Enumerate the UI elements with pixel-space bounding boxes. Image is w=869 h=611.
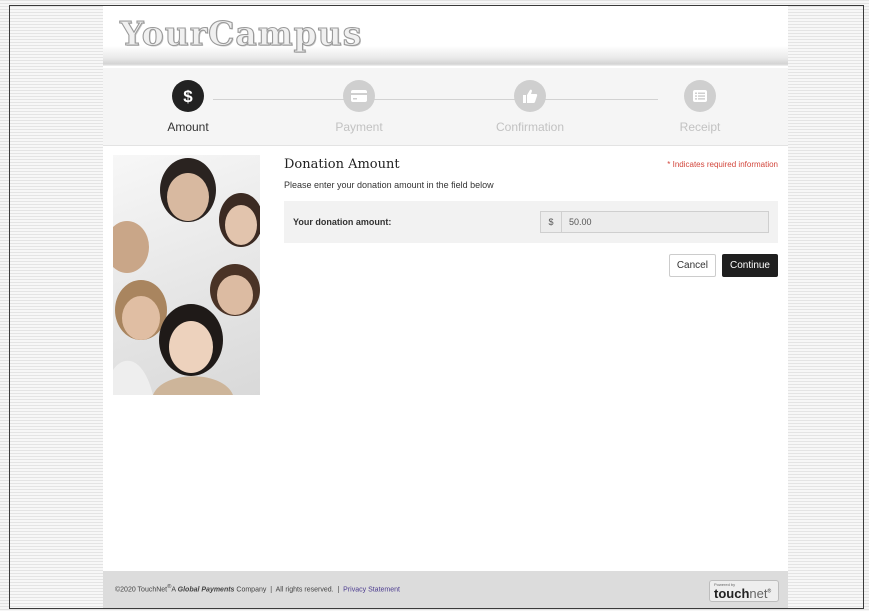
cancel-button[interactable]: Cancel bbox=[668, 254, 716, 277]
continue-button[interactable]: Continue bbox=[721, 254, 778, 277]
touchnet-bold: touch bbox=[714, 586, 750, 601]
step-amount: $ Amount bbox=[133, 80, 243, 134]
browser-frame: YourCampus $ Amount Payment Confirmation… bbox=[9, 5, 864, 609]
dollar-icon: $ bbox=[172, 80, 204, 112]
company-suffix: Company bbox=[234, 586, 267, 594]
privacy-statement-link[interactable]: Privacy Statement bbox=[343, 586, 400, 593]
copyright-text: ©2020 TouchNet bbox=[115, 586, 168, 594]
touchnet-logo: Powered by touchnet® bbox=[709, 580, 779, 602]
amount-panel: Your donation amount: $ bbox=[284, 201, 778, 243]
touchnet-light: net bbox=[749, 586, 768, 601]
touchnet-wordmark: touchnet® bbox=[714, 586, 771, 601]
footer-separator: | bbox=[337, 586, 340, 594]
progress-steps: $ Amount Payment Confirmation Receipt bbox=[103, 68, 788, 146]
credit-card-icon bbox=[343, 80, 375, 112]
amount-label: Your donation amount: bbox=[293, 217, 392, 227]
step-label-amount: Amount bbox=[167, 120, 209, 134]
step-payment: Payment bbox=[304, 80, 414, 134]
amount-input-group: $ bbox=[540, 211, 769, 233]
page-container: YourCampus $ Amount Payment Confirmation… bbox=[103, 6, 788, 608]
step-confirmation: Confirmation bbox=[475, 80, 585, 134]
step-receipt: Receipt bbox=[645, 80, 755, 134]
thumbs-up-icon bbox=[514, 80, 546, 112]
site-logo: YourCampus bbox=[119, 13, 363, 53]
rights-text: All rights reserved. bbox=[275, 586, 334, 594]
steps-connector bbox=[213, 99, 658, 100]
step-label-confirmation: Confirmation bbox=[495, 120, 565, 134]
currency-addon: $ bbox=[541, 212, 562, 232]
step-label-receipt: Receipt bbox=[679, 120, 721, 134]
step-label-payment: Payment bbox=[335, 120, 383, 134]
required-note: * Indicates required information bbox=[667, 160, 778, 169]
site-footer: ©2020 TouchNet®A Global Payments Company… bbox=[103, 571, 788, 608]
company-brand: Global Payments bbox=[177, 586, 235, 594]
list-icon bbox=[684, 80, 716, 112]
touchnet-mark: ® bbox=[767, 588, 772, 595]
svg-text:$: $ bbox=[183, 87, 193, 106]
site-header: YourCampus bbox=[103, 6, 788, 66]
donation-amount-input[interactable] bbox=[562, 212, 768, 232]
instructions-text: Please enter your donation amount in the… bbox=[284, 180, 494, 190]
footer-separator: | bbox=[270, 586, 273, 594]
form-actions: Cancel Continue bbox=[668, 254, 778, 277]
page-title: Donation Amount bbox=[284, 157, 400, 172]
students-photo bbox=[113, 155, 260, 395]
footer-text: ©2020 TouchNet®A Global Payments Company… bbox=[115, 584, 400, 593]
